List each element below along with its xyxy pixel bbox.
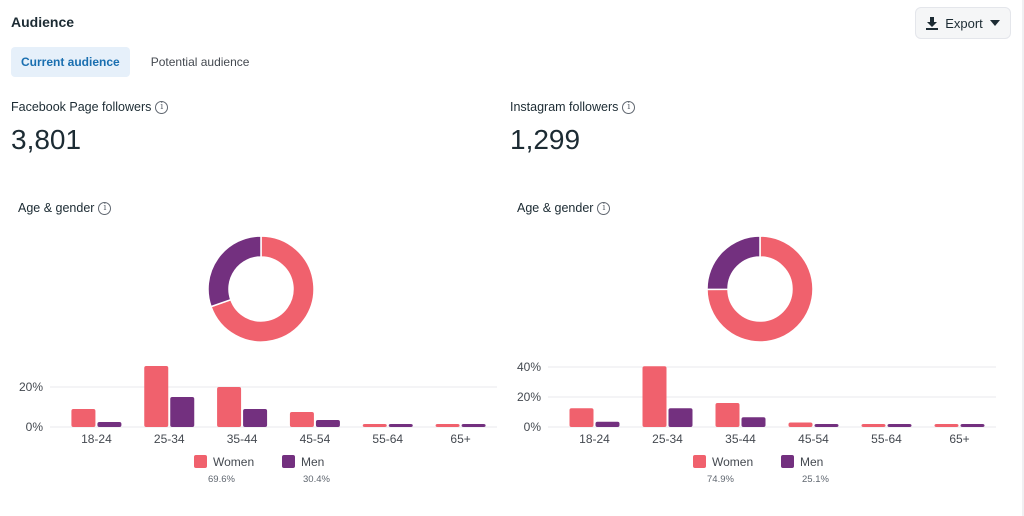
bar-men-65+: [461, 424, 486, 427]
y-tick-label: 20%: [19, 380, 43, 394]
bar-women-18-24: [569, 408, 594, 427]
legend-pct-women: 74.9%: [707, 474, 734, 485]
audience-tabs: Current audience Potential audience: [11, 47, 259, 77]
legend-pct-men: 30.4%: [303, 474, 330, 485]
info-icon[interactable]: i: [98, 201, 112, 215]
bar-women-25-34: [144, 366, 169, 427]
bar-men-45-54: [315, 420, 340, 427]
y-tick-label: 40%: [517, 360, 541, 374]
y-tick-label: 0%: [26, 420, 44, 434]
download-icon: [926, 16, 939, 30]
bar-men-18-24: [595, 421, 620, 427]
legend-label-men: Men: [301, 455, 324, 469]
bar-women-45-54: [289, 412, 314, 427]
section-label-text: Age & gender: [18, 201, 95, 215]
info-icon[interactable]: i: [597, 201, 611, 215]
info-icon[interactable]: i: [155, 100, 169, 114]
x-tick-label: 45-54: [798, 432, 829, 446]
bar-women-65+: [435, 424, 460, 427]
x-tick-label: 18-24: [579, 432, 610, 446]
bar-women-25-34: [642, 366, 667, 427]
bar-women-45-54: [788, 422, 813, 427]
facebook-followers-label: Facebook Page followers i: [11, 100, 169, 114]
age-gender-label: Age & gender i: [517, 201, 611, 215]
bar-men-25-34: [668, 408, 693, 427]
legend-swatch-women: [693, 455, 706, 468]
x-tick-label: 25-34: [652, 432, 683, 446]
instagram-followers-label: Instagram followers i: [510, 100, 636, 114]
bar-women-55-64: [861, 424, 886, 427]
metric-label-text: Facebook Page followers: [11, 100, 152, 114]
tab-current-audience[interactable]: Current audience: [11, 47, 130, 77]
legend-pct-women: 69.6%: [208, 474, 235, 485]
export-label: Export: [945, 15, 983, 31]
export-button[interactable]: Export: [915, 7, 1011, 39]
y-tick-label: 20%: [517, 390, 541, 404]
legend-label-women: Women: [712, 455, 753, 469]
bar-women-65+: [934, 424, 959, 427]
legend-label-men: Men: [800, 455, 823, 469]
x-tick-label: 65+: [949, 432, 969, 446]
instagram-followers-value: 1,299: [510, 124, 581, 155]
x-tick-label: 35-44: [725, 432, 756, 446]
bar-women-35-44: [217, 387, 242, 427]
bar-men-65+: [960, 424, 985, 427]
x-tick-label: 55-64: [871, 432, 902, 446]
legend-swatch-men: [781, 455, 794, 468]
info-icon[interactable]: i: [622, 100, 636, 114]
facebook-panel: Facebook Page followers i 3,801 Age & ge…: [0, 96, 500, 506]
x-tick-label: 35-44: [227, 432, 258, 446]
bar-women-18-24: [71, 409, 96, 427]
x-tick-label: 55-64: [372, 432, 403, 446]
x-tick-label: 65+: [450, 432, 470, 446]
bar-men-55-64: [887, 424, 912, 427]
bar-men-18-24: [97, 422, 122, 427]
facebook-followers-value: 3,801: [11, 124, 82, 155]
legend-pct-men: 25.1%: [802, 474, 829, 485]
x-tick-label: 45-54: [300, 432, 331, 446]
legend-swatch-men: [282, 455, 295, 468]
donut-slice-men: [207, 235, 262, 308]
bar-men-35-44: [741, 417, 766, 427]
legend-label-women: Women: [213, 455, 254, 469]
x-tick-label: 25-34: [154, 432, 185, 446]
bar-men-45-54: [814, 424, 839, 427]
bar-men-55-64: [388, 424, 413, 427]
donut-slice-men: [706, 235, 761, 291]
legend-swatch-women: [194, 455, 207, 468]
age-gender-label: Age & gender i: [18, 201, 112, 215]
metric-label-text: Instagram followers: [510, 100, 619, 114]
bar-women-35-44: [715, 403, 740, 427]
bar-men-25-34: [170, 397, 195, 427]
y-tick-label: 0%: [524, 420, 542, 434]
x-tick-label: 18-24: [81, 432, 112, 446]
tab-potential-audience[interactable]: Potential audience: [141, 47, 260, 77]
section-label-text: Age & gender: [517, 201, 594, 215]
instagram-panel: Instagram followers i 1,299 Age & gender…: [499, 96, 999, 506]
facebook-age-gender-chart: 0% 20% 18-24 25-34 35-44 45-54 55-64 65+ Women 69…: [19, 235, 497, 485]
page-title: Audience: [11, 14, 75, 30]
instagram-age-gender-chart: 0% 20% 40% 18-24 25-34 35-44 45-54 55-64 65+ Wome…: [517, 235, 996, 485]
bar-women-55-64: [362, 424, 387, 427]
caret-down-icon: [989, 20, 1000, 26]
bar-men-35-44: [243, 409, 268, 427]
